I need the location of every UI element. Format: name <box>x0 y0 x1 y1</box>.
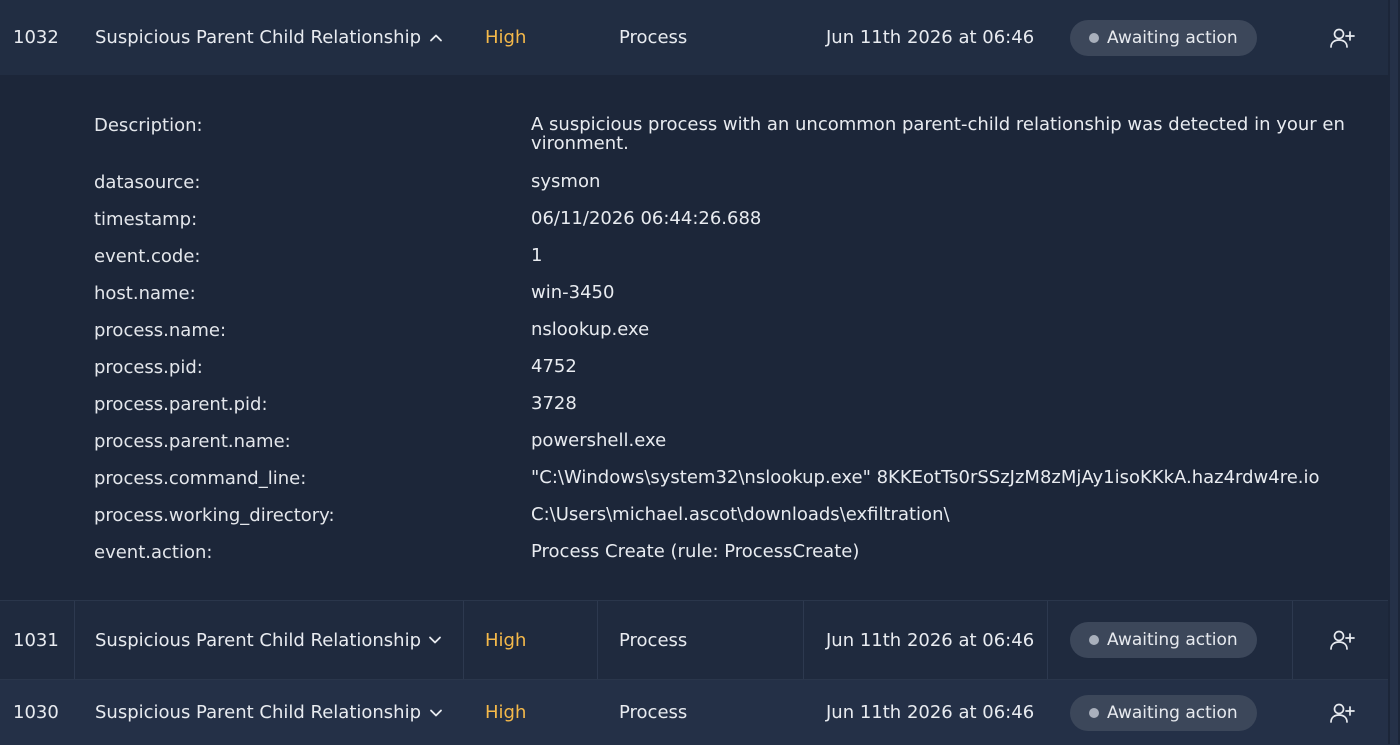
detail-row: process.parent.pid: 3728 <box>94 394 1354 415</box>
alert-details-panel: Description: A suspicious process with a… <box>0 75 1400 600</box>
status-cell: Awaiting action <box>1048 0 1293 75</box>
category-label: Process <box>598 601 804 679</box>
alert-row-1031[interactable]: 1031 Suspicious Parent Child Relationshi… <box>0 600 1400 679</box>
dot-icon <box>1089 635 1099 645</box>
alert-row-1030[interactable]: 1030 Suspicious Parent Child Relationshi… <box>0 679 1400 745</box>
assign-cell <box>1293 0 1400 75</box>
alert-date: Jun 11th 2026 at 06:46 <box>826 27 1035 48</box>
detail-value: A suspicious process with an uncommon pa… <box>531 114 1345 154</box>
detail-key: process.name: <box>94 320 227 341</box>
detail-value: 1 <box>531 245 543 266</box>
alert-title-cell[interactable]: Suspicious Parent Child Relationship <box>75 0 464 75</box>
dot-icon <box>1089 707 1099 718</box>
severity-label: High <box>485 702 527 723</box>
alert-title-cell[interactable]: Suspicious Parent Child Relationship <box>75 680 464 745</box>
detail-value: Process Create (rule: ProcessCreate) <box>531 541 860 562</box>
user-plus-icon[interactable] <box>1329 701 1355 725</box>
detail-row: event.action: Process Create (rule: Proc… <box>94 542 1354 563</box>
dot-icon <box>1089 32 1099 43</box>
detail-value: sysmon <box>531 171 601 192</box>
detail-value: 06/11/2026 06:44:26.688 <box>531 208 762 229</box>
status-cell: Awaiting action <box>1048 680 1293 745</box>
detail-key: event.code: <box>94 246 201 267</box>
detail-value: win-3450 <box>531 282 615 303</box>
detail-row: Description: A suspicious process with a… <box>94 115 1354 153</box>
status-badge[interactable]: Awaiting action <box>1070 19 1257 56</box>
scrollbar-thumb[interactable] <box>1390 0 1398 744</box>
chevron-up-icon[interactable] <box>428 30 444 46</box>
status-badge[interactable]: Awaiting action <box>1070 694 1257 731</box>
user-plus-icon[interactable] <box>1329 26 1355 50</box>
alert-id: 1032 <box>13 27 59 48</box>
detail-row: timestamp: 06/11/2026 06:44:26.688 <box>94 209 1354 230</box>
detail-key: process.pid: <box>94 357 203 378</box>
detail-value: "C:\Windows\system32\nslookup.exe" 8KKEo… <box>531 467 1320 488</box>
detail-row: process.parent.name: powershell.exe <box>94 431 1354 452</box>
detail-row: process.pid: 4752 <box>94 357 1354 378</box>
detail-key: process.parent.name: <box>94 431 291 452</box>
category-label: Process <box>619 702 688 723</box>
status-text: Awaiting action <box>1107 630 1238 650</box>
alert-title-cell[interactable]: Suspicious Parent Child Relationship <box>75 601 464 679</box>
chevron-down-icon[interactable] <box>427 632 443 648</box>
detail-value: 3728 <box>531 393 577 414</box>
detail-row: datasource: sysmon <box>94 172 1354 193</box>
detail-key: process.working_directory: <box>94 505 335 526</box>
alert-row-1032[interactable]: 1032 Suspicious Parent Child Relationshi… <box>0 0 1400 75</box>
detail-row: event.code: 1 <box>94 246 1354 267</box>
status-badge[interactable]: Awaiting action <box>1070 622 1257 658</box>
detail-key: host.name: <box>94 283 196 304</box>
detail-key: process.parent.pid: <box>94 394 268 415</box>
severity-label: High <box>464 601 598 679</box>
status-cell: Awaiting action <box>1048 601 1293 679</box>
alert-id: 1030 <box>13 702 59 723</box>
assign-cell <box>1293 601 1400 679</box>
alert-id: 1031 <box>0 601 75 679</box>
alert-title: Suspicious Parent Child Relationship <box>95 27 422 48</box>
detail-key: Description: <box>94 115 203 136</box>
category-label: Process <box>619 27 688 48</box>
detail-key: timestamp: <box>94 209 198 230</box>
detail-row: process.name: nslookup.exe <box>94 320 1354 341</box>
detail-key: datasource: <box>94 172 201 193</box>
alert-title: Suspicious Parent Child Relationship <box>95 702 422 723</box>
status-text: Awaiting action <box>1107 27 1238 48</box>
detail-key: process.command_line: <box>94 468 307 489</box>
alert-date: Jun 11th 2026 at 06:46 <box>804 601 1048 679</box>
detail-key: event.action: <box>94 542 213 563</box>
user-plus-icon[interactable] <box>1329 628 1355 652</box>
detail-value: 4752 <box>531 356 577 377</box>
alert-title: Suspicious Parent Child Relationship <box>95 629 422 651</box>
detail-row: process.working_directory: C:\Users\mich… <box>94 505 1354 526</box>
detail-row: host.name: win-3450 <box>94 283 1354 304</box>
detail-value: powershell.exe <box>531 430 667 451</box>
detail-row: process.command_line: "C:\Windows\system… <box>94 468 1354 489</box>
chevron-down-icon[interactable] <box>428 705 444 721</box>
alert-date: Jun 11th 2026 at 06:46 <box>826 702 1035 723</box>
severity-label: High <box>485 27 527 48</box>
detail-value: nslookup.exe <box>531 319 650 340</box>
assign-cell <box>1293 680 1400 745</box>
detail-value: C:\Users\michael.ascot\downloads\exfiltr… <box>531 504 950 525</box>
status-text: Awaiting action <box>1107 702 1238 723</box>
scrollbar[interactable] <box>1388 0 1400 744</box>
